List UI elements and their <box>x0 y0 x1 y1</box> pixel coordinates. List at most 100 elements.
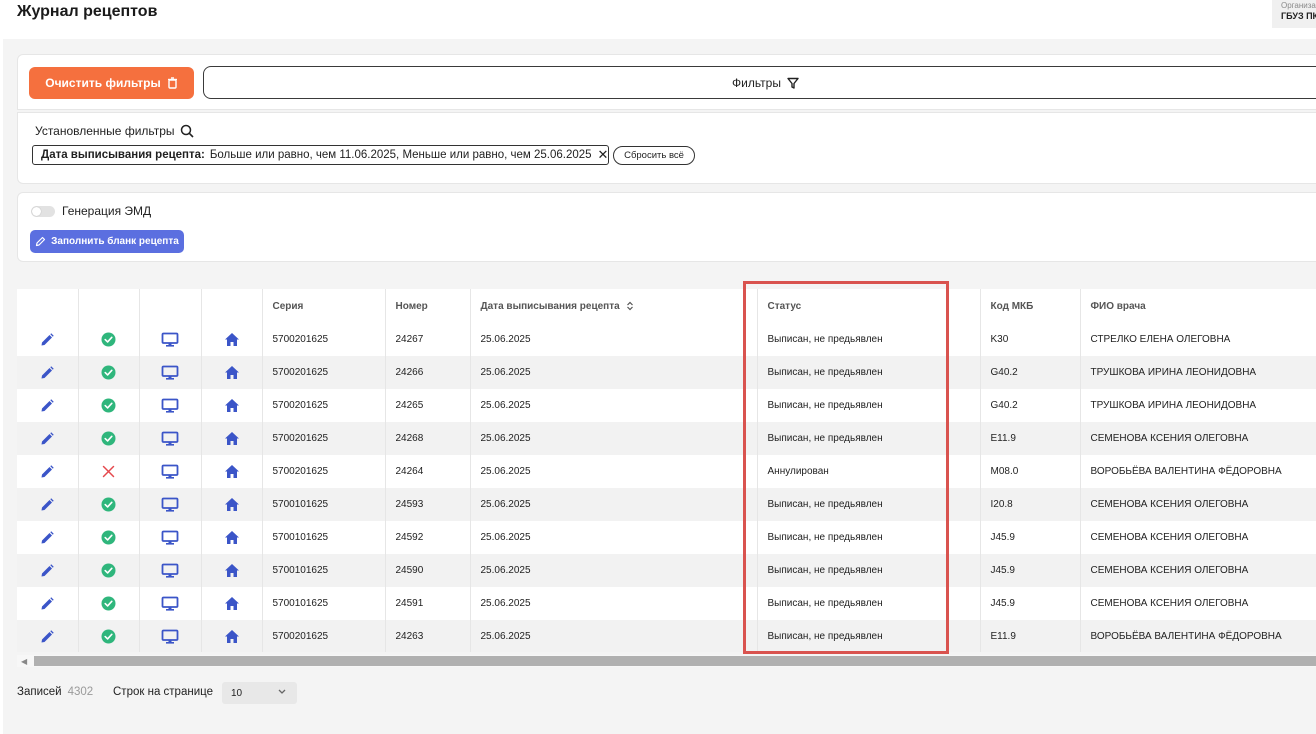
filter-chip-date[interactable]: Дата выписывания рецепта: Больше или рав… <box>32 145 609 165</box>
home-icon[interactable] <box>224 563 240 578</box>
reset-all-button[interactable]: Сбросить всё <box>613 146 695 165</box>
column-header-mkb[interactable]: Код МКБ <box>979 289 1080 323</box>
sort-icon[interactable] <box>626 301 634 311</box>
edit-icon[interactable] <box>39 563 55 579</box>
cell-series: 5700201625 <box>261 455 385 488</box>
monitor-icon[interactable] <box>161 530 179 545</box>
edit-icon[interactable] <box>39 464 55 480</box>
scrollbar-thumb[interactable] <box>34 656 1316 666</box>
edit-icon[interactable] <box>39 530 55 546</box>
cell-monitor-icon <box>138 422 201 455</box>
check-circle-icon <box>101 563 116 578</box>
table-row[interactable]: 5700201625 24266 25.06.2025 Выписан, не пре… <box>17 356 1316 389</box>
clear-filters-button[interactable]: Очистить фильтры <box>29 67 194 99</box>
page-title: Журнал рецептов <box>17 3 158 20</box>
check-circle-icon <box>101 365 116 380</box>
rows-per-page-select[interactable]: 10 <box>222 682 297 704</box>
column-header-series[interactable]: Серия <box>261 289 385 323</box>
edit-icon[interactable] <box>39 398 55 414</box>
cell-date: 25.06.2025 <box>469 488 757 521</box>
cell-mkb: E11.9 <box>979 620 1080 652</box>
table-row[interactable]: 5700201625 24267 25.06.2025 Выписан, не пре… <box>17 323 1316 356</box>
emd-toggle[interactable] <box>31 206 55 217</box>
monitor-icon[interactable] <box>161 398 179 413</box>
cell-date: 25.06.2025 <box>469 554 757 587</box>
monitor-icon[interactable] <box>161 563 179 578</box>
edit-icon[interactable] <box>39 431 55 447</box>
edit-icon[interactable] <box>39 332 55 348</box>
home-icon[interactable] <box>224 332 240 347</box>
column-header-doctor[interactable]: ФИО врача <box>1079 289 1316 323</box>
home-icon[interactable] <box>224 431 240 446</box>
cell-mkb: J45.9 <box>979 521 1080 554</box>
edit-icon[interactable] <box>39 365 55 381</box>
column-header-number[interactable]: Номер <box>384 289 470 323</box>
table-row[interactable]: 5700101625 24591 25.06.2025 Выписан, не пре… <box>17 587 1316 620</box>
prescriptions-table: Серия Номер Дата выписывания рецепта Ста… <box>17 289 1316 652</box>
home-icon[interactable] <box>224 497 240 512</box>
edit-icon[interactable] <box>39 629 55 645</box>
home-icon[interactable] <box>224 464 240 479</box>
home-icon[interactable] <box>224 596 240 611</box>
table-header-row: Серия Номер Дата выписывания рецепта Ста… <box>17 289 1316 323</box>
cell-monitor-icon <box>138 587 201 620</box>
check-circle-icon <box>101 431 116 446</box>
table-row[interactable]: 5700201625 24263 25.06.2025 Выписан, не пре… <box>17 620 1316 652</box>
column-header-status[interactable]: Статус <box>756 289 980 323</box>
cell-date: 25.06.2025 <box>469 356 757 389</box>
cell-home-icon <box>200 356 262 389</box>
cell-series: 5700201625 <box>261 620 385 652</box>
monitor-icon[interactable] <box>161 464 179 479</box>
table-row[interactable]: 5700201625 24265 25.06.2025 Выписан, не пре… <box>17 389 1316 422</box>
organization-value: ГБУЗ ПК <box>1281 11 1316 21</box>
monitor-icon[interactable] <box>161 629 179 644</box>
search-icon[interactable] <box>180 124 194 138</box>
cell-series: 5700201625 <box>261 323 385 356</box>
monitor-icon[interactable] <box>161 332 179 347</box>
cell-date: 25.06.2025 <box>469 521 757 554</box>
horizontal-scrollbar[interactable]: ◀ <box>17 655 1316 667</box>
cell-date: 25.06.2025 <box>469 323 757 356</box>
cell-series: 5700201625 <box>261 389 385 422</box>
monitor-icon[interactable] <box>161 431 179 446</box>
home-icon[interactable] <box>224 365 240 380</box>
cell-date: 25.06.2025 <box>469 587 757 620</box>
monitor-icon[interactable] <box>161 596 179 611</box>
cell-check-circle-icon <box>77 587 139 620</box>
chevron-down-icon <box>278 689 286 694</box>
cell-number: 24593 <box>384 488 470 521</box>
fill-prescription-button[interactable]: Заполнить бланк рецепта <box>30 230 184 253</box>
cell-date: 25.06.2025 <box>469 389 757 422</box>
cell-monitor-icon <box>138 356 201 389</box>
check-circle-icon <box>101 596 116 611</box>
cell-check-circle-icon <box>77 521 139 554</box>
cell-number: 24266 <box>384 356 470 389</box>
scroll-left-icon[interactable]: ◀ <box>21 657 27 666</box>
column-header-date[interactable]: Дата выписывания рецепта <box>469 289 757 323</box>
cell-status: Выписан, не предьявлен <box>756 323 980 356</box>
home-icon[interactable] <box>224 629 240 644</box>
check-circle-icon <box>101 530 116 545</box>
organization-box[interactable]: Организация ГБУЗ ПК <box>1272 0 1316 28</box>
filters-button[interactable]: Фильтры <box>203 66 1316 99</box>
table-row[interactable]: 5700101625 24590 25.06.2025 Выписан, не пре… <box>17 554 1316 587</box>
monitor-icon[interactable] <box>161 497 179 512</box>
records-value: 4302 <box>67 686 94 698</box>
table-row[interactable]: 5700101625 24593 25.06.2025 Выписан, не пре… <box>17 488 1316 521</box>
cell-monitor-icon <box>138 323 201 356</box>
home-icon[interactable] <box>224 530 240 545</box>
rows-per-page-label: Строк на странице <box>113 686 213 698</box>
home-icon[interactable] <box>224 398 240 413</box>
clear-filters-label: Очистить фильтры <box>45 76 161 90</box>
cell-status: Выписан, не предьявлен <box>756 587 980 620</box>
close-icon[interactable]: ✕ <box>598 147 609 163</box>
cell-doctor: СЕМЕНОВА КСЕНИЯ ОЛЕГОВНА <box>1079 554 1316 587</box>
edit-icon[interactable] <box>39 497 55 513</box>
cell-doctor: ТРУШКОВА ИРИНА ЛЕОНИДОВНА <box>1079 356 1316 389</box>
monitor-icon[interactable] <box>161 365 179 380</box>
table-row[interactable]: 5700201625 24264 25.06.2025 Аннулирован M08.… <box>17 455 1316 488</box>
table-row[interactable]: 5700201625 24268 25.06.2025 Выписан, не пре… <box>17 422 1316 455</box>
cell-home-icon <box>200 422 262 455</box>
table-row[interactable]: 5700101625 24592 25.06.2025 Выписан, не пре… <box>17 521 1316 554</box>
edit-icon[interactable] <box>39 596 55 612</box>
